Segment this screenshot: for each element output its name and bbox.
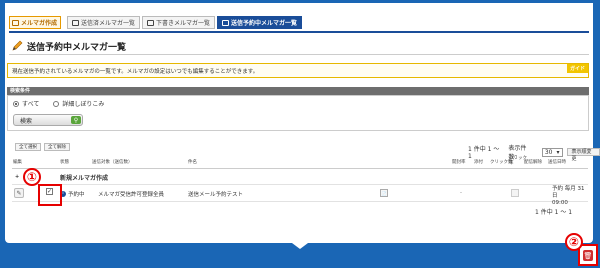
status-badge: i 予約中 <box>60 190 85 198</box>
edit-button[interactable]: ✎ <box>14 188 24 198</box>
pencil-icon: ✎ <box>16 189 22 197</box>
tab-sent[interactable]: 送信済メルマガ一覧 <box>67 16 141 29</box>
send-date-line2: 09:00 <box>552 200 568 206</box>
radio-dot[interactable] <box>13 100 19 107</box>
send-date-line1: 予約 毎月 31日 <box>552 186 585 199</box>
info-text: 現在送信予約されているメルマガの一覧です。メルマガの設定はいつでも編集することが… <box>12 68 259 75</box>
col-cancelled: 配信解除 <box>524 160 542 165</box>
tab-underline <box>9 31 589 33</box>
search-mode: すべて 詳細しぼりこみ <box>13 99 104 108</box>
table-header: 編集 状態 送信対象（送信数） 件名 開封率 添付 クリック数 クリック 率 配… <box>12 155 588 169</box>
deselect-all-button[interactable]: 全て解除 <box>44 143 70 151</box>
tab-scheduled[interactable]: 送信予約中メルマガ一覧 <box>217 16 303 29</box>
col-subject: 件名 <box>188 160 197 165</box>
col-status: 状態 <box>60 160 69 165</box>
table-row: ✎ ✓ i 予約中 メルマガ受信許可登録全員 送信メール予約テスト 📄 - 予約… <box>12 184 588 206</box>
search-button-label: 検索 <box>20 117 33 125</box>
bulk-actions: 全て選択 全て解除 <box>15 143 70 151</box>
radio-detail[interactable]: 詳細しぼりこみ <box>53 99 104 108</box>
document-icon <box>72 19 79 26</box>
select-all-button[interactable]: 全て選択 <box>15 143 41 151</box>
page-title-text: 送信予約中メルマガ一覧 <box>27 42 127 53</box>
preview-icon[interactable]: 📄 <box>380 189 388 197</box>
info-box: 現在送信予約されているメルマガの一覧です。メルマガの設定はいつでも編集することが… <box>7 63 589 78</box>
col-opened: 開封率 <box>452 160 466 165</box>
trash-icon[interactable]: 🗑 <box>583 250 593 261</box>
annotation-marker-2: ② <box>565 233 583 251</box>
guide-badge[interactable]: ガイド <box>566 64 588 73</box>
tab-scheduled-label: 送信予約中メルマガ一覧 <box>231 20 298 27</box>
tab-bar: メルマガ作成 送信済メルマガ一覧 下書きメルマガ一覧 送信予約中メルマガ一覧 <box>9 16 303 32</box>
col-edit: 編集 <box>13 160 22 165</box>
row-target: メルマガ受信許可登録全員 <box>98 192 165 198</box>
search-button[interactable]: 検索 ⚲ <box>13 114 83 126</box>
tab-drafts-label: 下書きメルマガ一覧 <box>156 20 211 27</box>
document-icon <box>147 19 155 26</box>
col-target: 送信対象（送信数） <box>92 160 133 165</box>
pencil-icon <box>11 40 23 52</box>
group-label: 新規メルマガ作成 <box>60 175 109 182</box>
footer-bar <box>0 243 600 268</box>
page-title: 送信予約中メルマガ一覧 <box>11 39 126 53</box>
tab-sent-label: 送信済メルマガ一覧 <box>81 20 136 27</box>
expand-icon[interactable]: + <box>15 174 19 180</box>
col-attach: 添付 <box>474 160 483 165</box>
collapse-arrow-icon[interactable] <box>292 243 308 249</box>
radio-all[interactable]: すべて <box>13 99 39 108</box>
radio-dot[interactable] <box>53 100 60 107</box>
annotation-marker-1: ① <box>23 168 41 186</box>
highlight-box-1 <box>38 184 62 206</box>
row-subject[interactable]: 送信メール予約テスト <box>188 190 243 198</box>
row-send-date: 予約 毎月 31日 09:00 <box>552 186 588 207</box>
tab-drafts[interactable]: 下書きメルマガ一覧 <box>142 16 216 29</box>
create-mailmag-label: メルマガ作成 <box>21 20 58 27</box>
mail-icon <box>222 19 230 26</box>
create-mailmag-button[interactable]: メルマガ作成 <box>9 16 61 29</box>
search-header: 検索条件 <box>7 87 589 95</box>
stats-icon <box>511 189 519 197</box>
row-opened: - <box>460 190 462 196</box>
divider <box>9 54 589 55</box>
col-send-date: 送信日時 <box>548 160 566 165</box>
radio-all-label: すべて <box>22 101 40 108</box>
compose-icon <box>12 19 19 26</box>
group-row: + 新規メルマガ作成 <box>12 172 588 182</box>
result-count-bottom: 1 件中 1 ～ 1 <box>535 209 573 216</box>
status-text: 予約中 <box>68 192 85 198</box>
search-icon: ⚲ <box>71 116 81 124</box>
radio-detail-label: 詳細しぼりこみ <box>62 101 105 108</box>
search-panel: すべて 詳細しぼりこみ 検索 ⚲ <box>7 95 589 131</box>
